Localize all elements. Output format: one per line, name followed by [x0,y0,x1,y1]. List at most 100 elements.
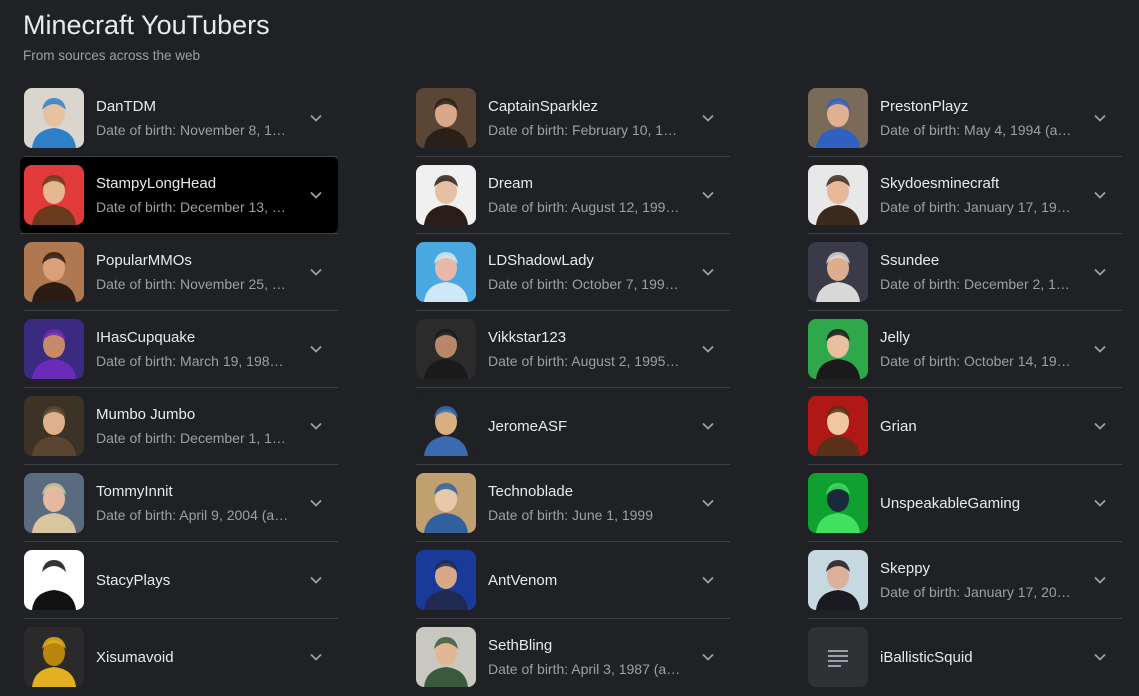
avatar [24,627,84,687]
youtuber-item-mumbo-jumbo[interactable]: Mumbo Jumbo Date of birth: December 1, 1… [24,388,338,465]
youtuber-item-technoblade[interactable]: Technoblade Date of birth: June 1, 1999 [416,465,730,542]
date-of-birth: Date of birth: August 12, 199… [488,199,680,215]
youtuber-name: JeromeASF [488,417,568,435]
youtuber-item-stacyplays[interactable]: StacyPlays [24,542,338,619]
chevron-down-icon[interactable] [308,187,324,203]
chevron-down-icon[interactable] [1092,649,1108,665]
youtuber-item-iballisticsquid[interactable]: iBallisticSquid [808,619,1122,695]
item-text: Skydoesminecraft Date of birth: January 1… [880,175,1080,215]
youtuber-name: StacyPlays [96,571,171,589]
youtuber-name: LDShadowLady [488,252,594,269]
date-of-birth: Date of birth: August 2, 1995… [488,353,680,369]
chevron-down-icon[interactable] [700,572,716,588]
column-3: PrestonPlayz Date of birth: May 4, 1994 (… [808,80,1122,696]
chevron-down-icon[interactable] [1092,264,1108,280]
item-text: UnspeakableGaming [880,495,1080,512]
youtuber-item-ldshadowlady[interactable]: LDShadowLady Date of birth: October 7, 19… [416,234,730,311]
chevron-down-icon[interactable] [700,649,716,665]
chevron-down-icon[interactable] [700,495,716,511]
youtuber-item-vikkstar123[interactable]: Vikkstar123 Date of birth: August 2, 1995… [416,311,730,388]
youtuber-name: Technoblade [488,483,574,500]
youtuber-name: Jelly [880,329,911,346]
youtuber-item-captainsparklez[interactable]: CaptainSparklez Date of birth: February 1… [416,80,730,157]
chevron-down-icon[interactable] [1092,187,1108,203]
youtuber-name: Dream [488,175,534,192]
youtuber-item-ihascupquake[interactable]: IHasCupquake Date of birth: March 19, 198… [24,311,338,388]
item-text: TommyInnit Date of birth: April 9, 2004 (… [96,483,296,523]
avatar [24,319,84,379]
chevron-down-icon[interactable] [1092,495,1108,511]
item-text: iBallisticSquid [880,649,1080,666]
youtuber-item-sethbling[interactable]: SethBling Date of birth: April 3, 1987 (a… [416,619,730,695]
chevron-down-icon[interactable] [1092,418,1108,434]
youtuber-item-skeppy[interactable]: Skeppy Date of birth: January 17, 20… [808,542,1122,619]
youtuber-item-skydoesminecraft[interactable]: Skydoesminecraft Date of birth: January 1… [808,157,1122,234]
item-text: StampyLongHead Date of birth: December 13… [96,175,296,215]
item-text: JeromeASF [488,418,688,435]
avatar [416,165,476,225]
item-text: Ssundee Date of birth: December 2, 1… [880,252,1080,292]
chevron-down-icon[interactable] [308,495,324,511]
youtuber-name: Ssundee [880,252,940,269]
youtuber-name: DanTDM [96,98,157,115]
chevron-down-icon[interactable] [308,649,324,665]
avatar [24,473,84,533]
item-text: Technoblade Date of birth: June 1, 1999 [488,483,688,523]
avatar [808,165,868,225]
youtuber-name: CaptainSparklez [488,98,599,115]
youtuber-name: Xisumavoid [96,648,174,666]
youtuber-item-dream[interactable]: Dream Date of birth: August 12, 199… [416,157,730,234]
youtuber-item-jelly[interactable]: Jelly Date of birth: October 14, 19… [808,311,1122,388]
item-text: Mumbo Jumbo Date of birth: December 1, 1… [96,406,296,446]
date-of-birth: Date of birth: December 13, … [96,199,286,215]
date-of-birth: Date of birth: December 1, 1… [96,430,286,446]
youtuber-item-grian[interactable]: Grian [808,388,1122,465]
youtuber-item-unspeakablegaming[interactable]: UnspeakableGaming [808,465,1122,542]
youtuber-item-popularmmos[interactable]: PopularMMOs Date of birth: November 25, … [24,234,338,311]
youtuber-name: IHasCupquake [96,329,196,346]
item-text: Vikkstar123 Date of birth: August 2, 1995… [488,329,688,369]
page-title: Minecraft YouTubers [23,10,270,40]
avatar [416,319,476,379]
youtuber-item-jeromeasf[interactable]: JeromeASF [416,388,730,465]
chevron-down-icon[interactable] [700,418,716,434]
chevron-down-icon[interactable] [308,341,324,357]
youtuber-item-ssundee[interactable]: Ssundee Date of birth: December 2, 1… [808,234,1122,311]
item-text: Dream Date of birth: August 12, 199… [488,175,688,215]
youtuber-item-xisumavoid[interactable]: Xisumavoid [24,619,338,695]
youtuber-name: UnspeakableGaming [880,494,1021,512]
chevron-down-icon[interactable] [700,264,716,280]
item-text: AntVenom [488,572,688,589]
date-of-birth: Date of birth: October 14, 19… [880,353,1071,369]
chevron-down-icon[interactable] [700,110,716,126]
youtuber-item-stampylonghead[interactable]: StampyLongHead Date of birth: December 13… [20,157,338,234]
avatar [24,396,84,456]
chevron-down-icon[interactable] [308,264,324,280]
youtuber-name: iBallisticSquid [880,648,973,666]
avatar [808,396,868,456]
item-text: Jelly Date of birth: October 14, 19… [880,329,1080,369]
youtuber-name: Vikkstar123 [488,329,567,346]
item-text: Grian [880,418,1080,435]
header: Minecraft YouTubers From sources across … [23,8,270,63]
date-of-birth: Date of birth: April 9, 2004 (a… [96,507,289,523]
youtuber-item-antvenom[interactable]: AntVenom [416,542,730,619]
item-text: PopularMMOs Date of birth: November 25, … [96,252,296,292]
avatar [808,242,868,302]
youtuber-name: SethBling [488,637,553,654]
avatar [416,473,476,533]
item-text: Xisumavoid [96,649,296,666]
chevron-down-icon[interactable] [700,187,716,203]
chevron-down-icon[interactable] [308,418,324,434]
youtuber-item-dantdm[interactable]: DanTDM Date of birth: November 8, 1… [24,80,338,157]
chevron-down-icon[interactable] [1092,341,1108,357]
youtuber-item-tommyinnit[interactable]: TommyInnit Date of birth: April 9, 2004 (… [24,465,338,542]
chevron-down-icon[interactable] [1092,572,1108,588]
chevron-down-icon[interactable] [308,572,324,588]
chevron-down-icon[interactable] [308,110,324,126]
youtuber-item-prestonplayz[interactable]: PrestonPlayz Date of birth: May 4, 1994 (… [808,80,1122,157]
avatar [24,88,84,148]
youtuber-name: AntVenom [488,571,558,589]
chevron-down-icon[interactable] [700,341,716,357]
chevron-down-icon[interactable] [1092,110,1108,126]
